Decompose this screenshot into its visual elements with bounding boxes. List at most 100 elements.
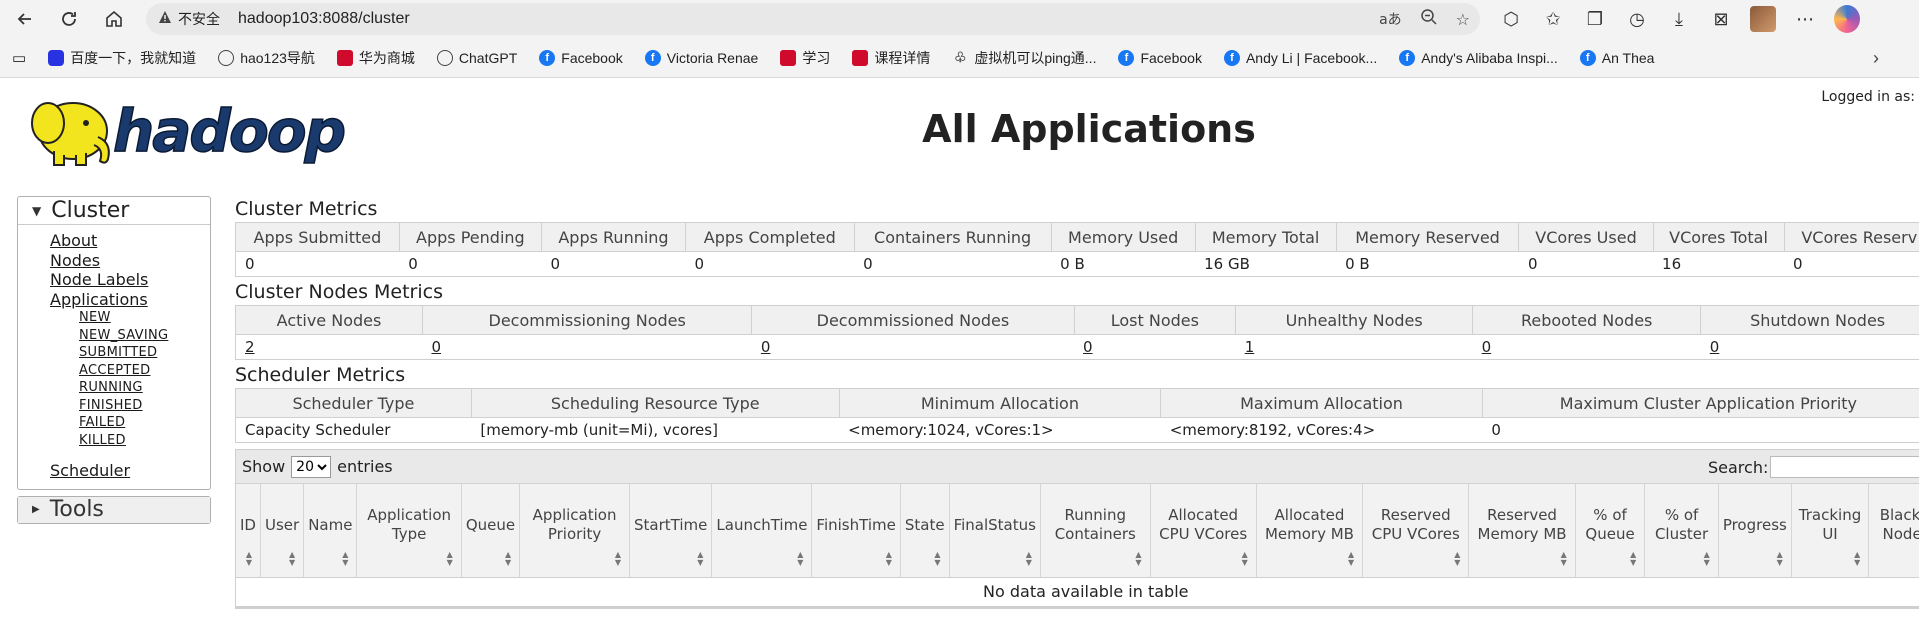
sortable-column-header[interactable]: Reserved CPU VCores ▲ ▼ xyxy=(1362,484,1470,578)
sort-icon: ▲ ▼ xyxy=(1703,549,1710,567)
bookmark-item[interactable]: f Victoria Renae xyxy=(644,49,758,66)
sidebar-item-applications[interactable]: Applications xyxy=(50,290,210,310)
page-size-select[interactable]: 20 xyxy=(291,455,332,478)
sortable-column-header[interactable]: Application Type ▲ ▼ xyxy=(356,484,462,578)
extensions-icon[interactable]: ⬡ xyxy=(1498,6,1524,32)
metric-cell: 0 xyxy=(863,255,873,273)
bookmark-item[interactable]: ♧ 虚拟机可以ping通... xyxy=(952,48,1096,68)
bookmark-item[interactable]: 学习 xyxy=(780,48,830,68)
sidebar-item-nodes[interactable]: Nodes xyxy=(50,251,210,271)
sidebar-state-failed[interactable]: FAILED xyxy=(79,414,210,432)
sort-icon: ▲ ▼ xyxy=(1630,549,1637,567)
tab-actions-icon[interactable]: ▭ xyxy=(12,49,26,67)
sortable-column-header[interactable]: FinalStatus ▲ ▼ xyxy=(949,484,1041,578)
cluster-accordion-header[interactable]: ▼ Cluster xyxy=(18,197,210,225)
sidebar-state-finished[interactable]: FINISHED xyxy=(79,397,210,415)
bookmark-item[interactable]: f Facebook xyxy=(539,49,623,66)
sortable-column-header[interactable]: Application Priority ▲ ▼ xyxy=(519,484,631,578)
sortable-column-header[interactable]: Running Containers ▲ ▼ xyxy=(1040,484,1151,578)
search-input[interactable] xyxy=(1770,456,1919,478)
applications-table-wrapper: Show 20 entries Search: ID ▲ ▼ User ▲ ▼ Name ▲ ▼… xyxy=(235,449,1919,609)
read-aloud-icon[interactable]: aあ xyxy=(1379,9,1402,29)
metric-link[interactable]: 0 xyxy=(1083,338,1093,356)
bookmark-item[interactable]: ChatGPT xyxy=(436,49,517,66)
sort-icon: ▲ ▼ xyxy=(1854,549,1861,567)
bookmark-item[interactable]: 华为商城 xyxy=(336,48,415,68)
sortable-column-header[interactable]: Name ▲ ▼ xyxy=(303,484,358,578)
sidebar-state-new[interactable]: NEW xyxy=(79,309,210,327)
column-header: Apps Submitted xyxy=(235,222,400,252)
sortable-column-header[interactable]: FinishTime ▲ ▼ xyxy=(811,484,901,578)
favorite-star-icon[interactable]: ☆ xyxy=(1456,10,1470,29)
column-label: LaunchTime xyxy=(716,515,808,534)
bookmark-item[interactable]: f An Thea xyxy=(1579,49,1654,66)
avatar[interactable] xyxy=(1750,6,1776,32)
refresh-icon[interactable] xyxy=(54,4,84,34)
bookmark-item[interactable]: hao123导航 xyxy=(218,48,315,68)
bookmark-item[interactable]: f Facebook xyxy=(1118,49,1202,66)
sortable-column-header[interactable]: Allocated CPU VCores ▲ ▼ xyxy=(1150,484,1257,578)
bookmark-item[interactable]: f Andy's Alibaba Inspi... xyxy=(1399,49,1558,66)
facebook-icon: f xyxy=(1118,49,1135,66)
sidebar-item-scheduler[interactable]: Scheduler xyxy=(50,461,210,481)
insecure-indicator[interactable]: 不安全 xyxy=(158,9,220,29)
metric-link[interactable]: 0 xyxy=(431,338,441,356)
address-bar[interactable]: 不安全 hadoop103:8088/cluster aあ ☆ xyxy=(146,3,1480,35)
collections-icon[interactable]: ❐ xyxy=(1582,6,1608,32)
sortable-column-header[interactable]: User ▲ ▼ xyxy=(260,484,305,578)
metric-link[interactable]: 0 xyxy=(761,338,771,356)
screenshot-icon[interactable]: ⊠ xyxy=(1708,6,1734,32)
sortable-column-header[interactable]: State ▲ ▼ xyxy=(900,484,950,578)
metric-cell: <memory:8192, vCores:4> xyxy=(1169,421,1376,439)
sidebar-state-new-saving[interactable]: NEW_SAVING xyxy=(79,327,210,345)
chevron-right-icon[interactable]: › xyxy=(1873,48,1879,69)
more-menu-icon[interactable]: ⋯ xyxy=(1792,6,1818,32)
sidebar-state-accepted[interactable]: ACCEPTED xyxy=(79,362,210,380)
tools-accordion-header[interactable]: ▶ Tools xyxy=(18,496,210,523)
metric-link[interactable]: 0 xyxy=(1482,338,1492,356)
sidebar-state-submitted[interactable]: SUBMITTED xyxy=(79,344,210,362)
home-icon[interactable] xyxy=(99,4,129,34)
column-label: Allocated CPU VCores xyxy=(1159,506,1248,544)
downloads-icon[interactable]: ⤓ xyxy=(1666,6,1692,32)
sortable-column-header[interactable]: Blackl Node▲▼ xyxy=(1868,484,1919,578)
sidebar-state-killed[interactable]: KILLED xyxy=(79,432,210,450)
sortable-column-header[interactable]: Progress ▲ ▼ xyxy=(1718,484,1792,578)
metric-link[interactable]: 2 xyxy=(245,338,255,356)
sortable-column-header[interactable]: LaunchTime ▲ ▼ xyxy=(711,484,813,578)
bookmark-item[interactable]: 百度一下，我就知道 xyxy=(48,48,196,68)
sortable-column-header[interactable]: StartTime ▲ ▼ xyxy=(629,484,713,578)
sortable-column-header[interactable]: Reserved Memory MB ▲ ▼ xyxy=(1468,484,1576,578)
history-icon[interactable]: ◷ xyxy=(1624,6,1650,32)
sort-icon: ▲ ▼ xyxy=(885,549,892,567)
globe-icon xyxy=(218,49,235,66)
sidebar-state-running[interactable]: RUNNING xyxy=(79,379,210,397)
sort-icon: ▲ ▼ xyxy=(342,549,349,567)
sortable-column-header[interactable]: Queue ▲ ▼ xyxy=(461,484,521,578)
metric-link[interactable]: 1 xyxy=(1245,338,1255,356)
empty-table-message: No data available in table xyxy=(236,577,1919,608)
sortable-column-header[interactable]: % of Cluster ▲ ▼ xyxy=(1644,484,1719,578)
favorites-icon[interactable]: ✩ xyxy=(1540,6,1566,32)
metric-link[interactable]: 0 xyxy=(1710,338,1720,356)
column-label: Reserved Memory MB xyxy=(1477,506,1567,544)
metric-cell: 0 xyxy=(1491,421,1501,439)
sortable-column-header[interactable]: Allocated Memory MB ▲ ▼ xyxy=(1256,484,1364,578)
sortable-column-header[interactable]: Tracking UI ▲ ▼ xyxy=(1791,484,1870,578)
sortable-column-header[interactable]: ID ▲ ▼ xyxy=(236,484,261,578)
sidebar-item-about[interactable]: About xyxy=(50,231,210,251)
copilot-icon[interactable] xyxy=(1834,5,1860,33)
bookmark-label: 华为商城 xyxy=(358,49,415,66)
facebook-icon: f xyxy=(539,49,556,66)
back-icon[interactable] xyxy=(10,4,40,34)
bookmark-item[interactable]: f Andy Li | Facebook... xyxy=(1223,49,1377,66)
column-label: ID xyxy=(240,515,256,534)
metric-cell: 0 xyxy=(1527,255,1538,273)
leaf-icon: ♧ xyxy=(954,49,967,65)
sortable-column-header[interactable]: % of Queue ▲ ▼ xyxy=(1575,484,1646,578)
bookmark-item[interactable]: 课程详情 xyxy=(852,48,930,68)
column-label: % of Queue xyxy=(1585,506,1635,544)
sidebar-item-node-labels[interactable]: Node Labels xyxy=(50,270,210,290)
url-text[interactable]: hadoop103:8088/cluster xyxy=(238,10,410,28)
zoom-icon[interactable] xyxy=(1420,8,1438,30)
